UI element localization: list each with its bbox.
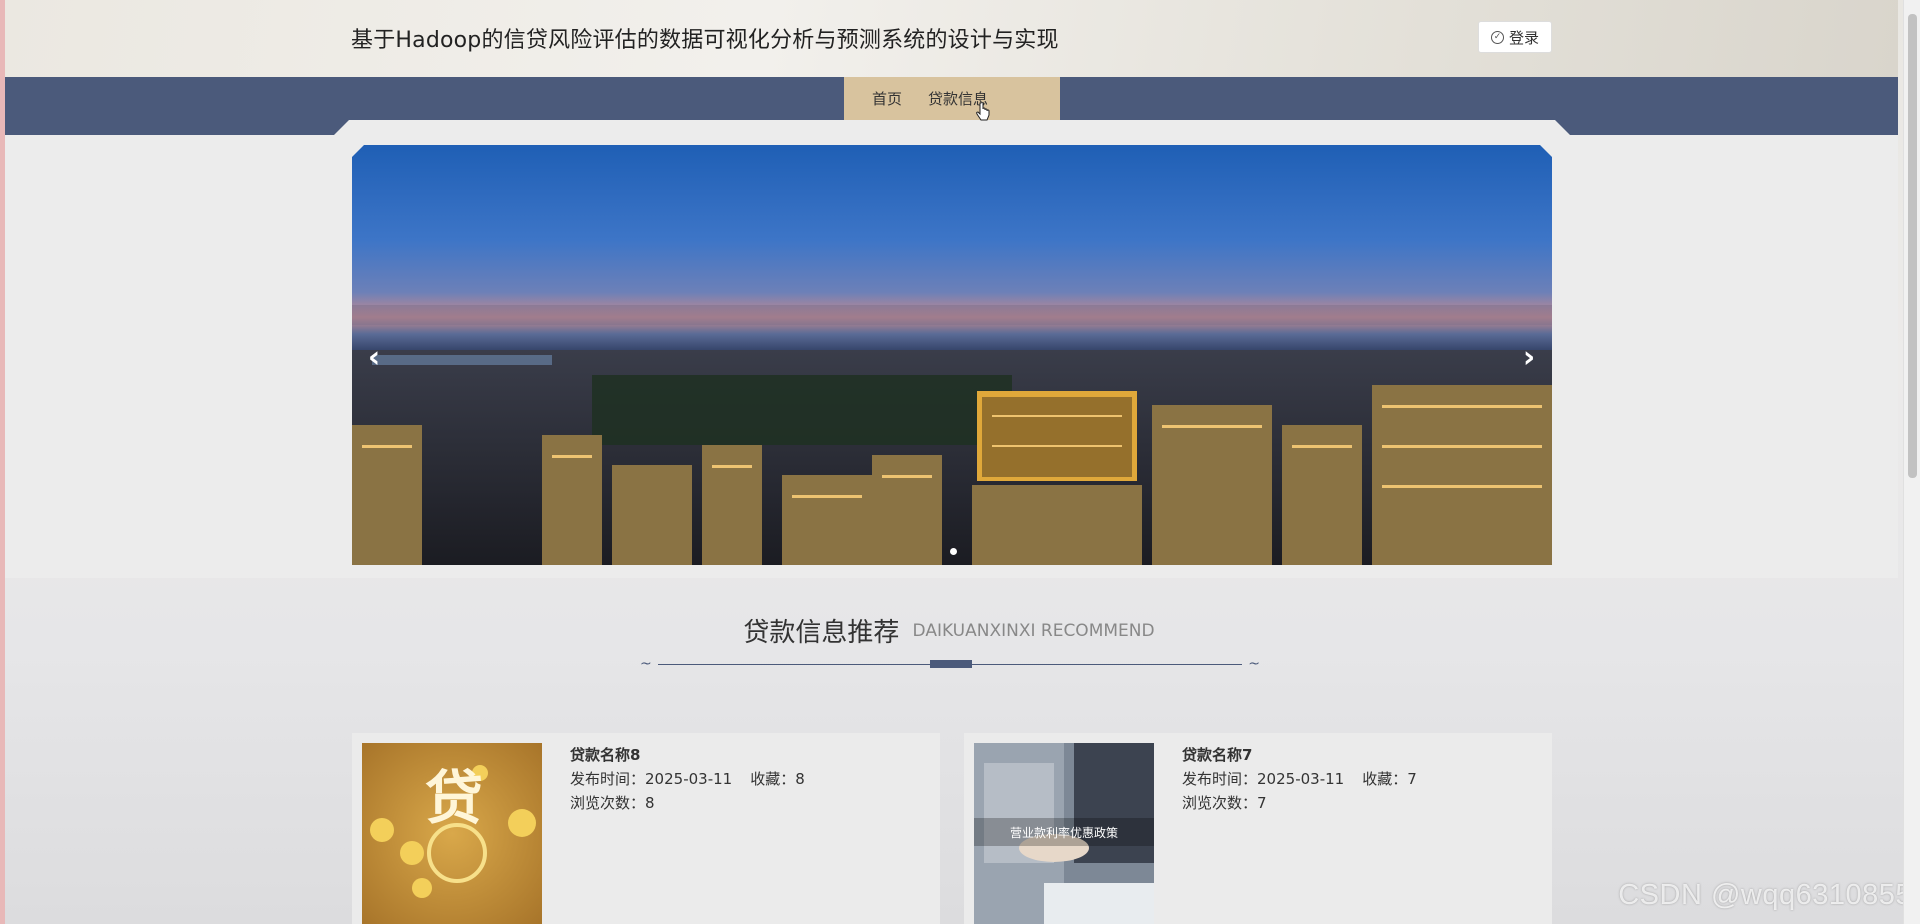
loan-card-image-glyph: 贷 [425, 764, 483, 832]
favorite-count: 7 [1407, 770, 1417, 788]
views-count: 7 [1257, 794, 1267, 812]
loan-card-info: 贷款名称7 发布时间：2025-03-11 收藏：7 浏览次数：7 [1182, 743, 1417, 815]
section-heading: 贷款信息推荐 DAIKUANXINXI RECOMMEND [0, 612, 1898, 649]
views-count: 8 [645, 794, 655, 812]
site-title: 基于Hadoop的信贷风险评估的数据可视化分析与预测系统的设计与实现 [351, 28, 1059, 53]
carousel-dot[interactable] [950, 548, 957, 555]
divider-accent [930, 660, 972, 668]
loan-card-image-caption: 营业款利率优惠政策 [1010, 825, 1118, 840]
publish-label: 发布时间： [1182, 770, 1258, 788]
favorite-count: 8 [795, 770, 805, 788]
loan-card-title: 贷款名称7 [1182, 746, 1253, 764]
publish-date: 2025-03-11 [1257, 770, 1345, 788]
section-divider: ~ ~ [640, 656, 1260, 672]
carousel-next-arrow[interactable]: › [1514, 340, 1544, 376]
scrollbar-thumb[interactable] [1908, 14, 1917, 478]
loan-card-title: 贷款名称8 [570, 746, 641, 764]
publish-label: 发布时间： [570, 770, 646, 788]
views-label: 浏览次数： [1182, 794, 1258, 812]
login-label: 登录 [1508, 28, 1539, 47]
nav-menu: 首页 贷款信息 [844, 77, 1060, 120]
nav-item-home[interactable]: 首页 [844, 88, 928, 109]
loan-card-meta: 发布时间：2025-03-11 收藏：8 [570, 767, 805, 791]
site-header: 基于Hadoop的信贷风险评估的数据可视化分析与预测系统的设计与实现 ✓ 登录 [5, 0, 1898, 77]
loan-card-info: 贷款名称8 发布时间：2025-03-11 收藏：8 浏览次数：8 [570, 743, 805, 815]
loan-card-views: 浏览次数：8 [570, 791, 805, 815]
loan-card[interactable]: 营业款利率优惠政策 贷款名称7 发布时间：2025-03-11 收藏：7 浏览次数… [964, 733, 1552, 924]
views-label: 浏览次数： [570, 794, 646, 812]
banner-carousel[interactable] [352, 145, 1552, 565]
vertical-scrollbar[interactable] [1903, 0, 1920, 924]
login-button[interactable]: ✓ 登录 [1478, 21, 1552, 53]
check-circle-icon: ✓ [1490, 30, 1504, 44]
loan-card-image: 贷 [362, 743, 542, 924]
city-night-skyline-image [352, 145, 1552, 565]
loan-card-meta: 发布时间：2025-03-11 收藏：7 [1182, 767, 1417, 791]
divider-curl-left: ~ [640, 656, 652, 672]
section-title-cn: 贷款信息推荐 [743, 618, 900, 648]
section-title-en: DAIKUANXINXI RECOMMEND [912, 620, 1155, 641]
publish-date: 2025-03-11 [645, 770, 733, 788]
divider-curl-right: ~ [1248, 656, 1260, 672]
loan-card[interactable]: 贷 贷款名称8 发布时间：2025-03-11 收藏：8 浏览次数：8 [352, 733, 940, 924]
carousel-prev-arrow[interactable]: ‹ [359, 340, 389, 376]
loan-card-image: 营业款利率优惠政策 [974, 743, 1154, 924]
favorite-label: 收藏： [750, 770, 796, 788]
mouse-cursor-icon [976, 102, 990, 121]
favorite-label: 收藏： [1362, 770, 1408, 788]
csdn-watermark: CSDN @wqq6310855 [1618, 879, 1912, 911]
loan-card-views: 浏览次数：7 [1182, 791, 1417, 815]
